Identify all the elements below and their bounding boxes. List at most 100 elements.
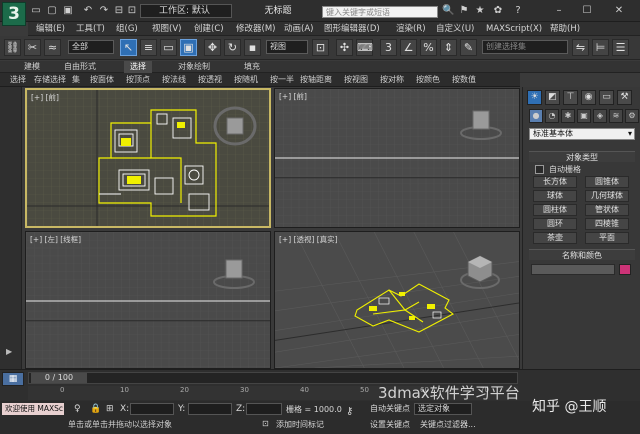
menu-modifiers[interactable]: 修改器(M): [236, 22, 275, 36]
bind-spacewarp-icon[interactable]: ≈: [44, 39, 61, 56]
rect-region-icon[interactable]: ▭: [160, 39, 177, 56]
mirror-icon[interactable]: ⇋: [572, 39, 589, 56]
y-coord-field[interactable]: [188, 403, 232, 415]
z-coord-field[interactable]: [246, 403, 282, 415]
viewcube[interactable]: [459, 105, 503, 141]
menu-edit[interactable]: 编辑(E): [36, 22, 65, 36]
keyboard-shortcut-icon[interactable]: ⌨: [356, 39, 373, 56]
hold-icon[interactable]: ⊟: [113, 4, 125, 18]
edit-named-sel-icon[interactable]: ✎: [460, 39, 477, 56]
tab-modeling[interactable]: 建模: [24, 61, 40, 73]
menu-tools[interactable]: 工具(T): [76, 22, 105, 36]
spacewarps-icon[interactable]: ≋: [609, 109, 623, 123]
geosphere-button[interactable]: 几何球体: [585, 190, 629, 202]
shapes-icon[interactable]: ◔: [545, 109, 559, 123]
cone-button[interactable]: 圆锥体: [585, 176, 629, 188]
cameras-icon[interactable]: ▣: [577, 109, 591, 123]
viewport-label[interactable]: [+] [左] [线框]: [30, 234, 81, 245]
lights-icon[interactable]: ✱: [561, 109, 575, 123]
object-name-field[interactable]: [531, 264, 615, 275]
ribbon-by-view[interactable]: 按视图: [344, 73, 368, 87]
app-logo[interactable]: 3: [2, 2, 26, 26]
time-slider[interactable]: 0 / 100: [28, 372, 518, 384]
selected-object-dropdown[interactable]: 选定对象: [414, 403, 472, 415]
viewport-label[interactable]: [+] [前]: [31, 92, 59, 103]
ribbon-by-normal[interactable]: 按法线: [162, 73, 186, 87]
transform-mode-icon[interactable]: ⊞: [106, 404, 114, 414]
select-object-icon[interactable]: ↖: [120, 39, 137, 56]
key-icon[interactable]: ⚷: [346, 406, 353, 417]
ribbon-store-selection[interactable]: 存储选择: [34, 73, 66, 87]
cylinder-button[interactable]: 圆柱体: [533, 204, 577, 216]
window-crossing-icon[interactable]: ▣: [180, 39, 197, 56]
viewcube[interactable]: [213, 104, 257, 148]
fetch-icon[interactable]: ⊡: [126, 4, 138, 18]
key-filters-button[interactable]: 关键点过滤器...: [420, 419, 502, 431]
create-tab-icon[interactable]: ☀: [527, 90, 542, 105]
maxscript-listener[interactable]: 欢迎使用 MAXSc: [2, 403, 64, 415]
layer-manager-icon[interactable]: ☰: [612, 39, 629, 56]
angle-snap-icon[interactable]: ∠: [400, 39, 417, 56]
select-manipulate-icon[interactable]: ✣: [336, 39, 353, 56]
viewport-top-right[interactable]: [+] [前]: [274, 88, 520, 228]
auto-key-button[interactable]: 自动关键点: [370, 403, 410, 415]
object-type-header[interactable]: 对象类型: [529, 151, 635, 162]
systems-icon[interactable]: ⚙: [625, 109, 639, 123]
display-tab-icon[interactable]: ▭: [599, 90, 614, 105]
help-icon[interactable]: ?: [512, 4, 524, 18]
frame-counter[interactable]: 0 / 100: [31, 373, 87, 383]
name-color-header[interactable]: 名称和颜色: [529, 249, 635, 260]
menu-help[interactable]: 帮助(H): [550, 22, 580, 36]
tube-button[interactable]: 管状体: [585, 204, 629, 216]
close-icon[interactable]: ✕: [612, 4, 626, 18]
menu-customize[interactable]: 自定义(U): [436, 22, 474, 36]
object-color-swatch[interactable]: [619, 264, 631, 275]
ribbon-by-surface[interactable]: 按面体: [90, 73, 114, 87]
ribbon-select[interactable]: 选择: [10, 73, 26, 87]
viewport-bottom-right[interactable]: [+] [透视] [真实]: [274, 231, 520, 369]
expand-arrow-icon[interactable]: ▶: [6, 347, 16, 357]
box-button[interactable]: 长方体: [533, 176, 577, 188]
reference-coord-dropdown[interactable]: 视图: [266, 40, 308, 54]
open-file-icon[interactable]: ▢: [46, 4, 58, 18]
viewcube[interactable]: [459, 250, 501, 290]
menu-animation[interactable]: 动画(A): [284, 22, 313, 36]
modify-tab-icon[interactable]: ◩: [545, 90, 560, 105]
hierarchy-tab-icon[interactable]: ⊤: [563, 90, 578, 105]
menu-maxscript[interactable]: MAXScript(X): [486, 22, 542, 36]
add-tag-icon[interactable]: ⊡: [262, 419, 272, 431]
menu-rendering[interactable]: 渲染(R): [396, 22, 426, 36]
lock-icon[interactable]: 🔒: [90, 404, 101, 414]
helpers-icon[interactable]: ◈: [593, 109, 607, 123]
ribbon-by-color[interactable]: 按颜色: [416, 73, 440, 87]
selection-filter-dropdown[interactable]: 全部: [68, 40, 114, 54]
snap-3-icon[interactable]: 3: [380, 39, 397, 56]
search-icon[interactable]: 🔍: [442, 4, 454, 18]
viewport-label[interactable]: [+] [前]: [279, 91, 307, 102]
geometry-icon[interactable]: ●: [529, 109, 543, 123]
viewport-top-left[interactable]: [+] [前]: [25, 88, 271, 228]
viewport-label[interactable]: [+] [透视] [真实]: [279, 234, 338, 245]
track-bar[interactable]: 0 10 20 30 40 50 60 70: [28, 386, 518, 400]
ribbon-by-half[interactable]: 按一半: [270, 73, 294, 87]
ribbon-by-symmetry[interactable]: 按对称: [380, 73, 404, 87]
category-dropdown[interactable]: 标准基本体 ▾: [529, 128, 635, 140]
save-file-icon[interactable]: ▣: [62, 4, 74, 18]
viewport-bottom-left[interactable]: [+] [左] [线框]: [25, 231, 271, 369]
search-input[interactable]: 键入关键字或短语: [322, 6, 438, 18]
named-selection-dropdown[interactable]: 创建选择集: [482, 40, 568, 54]
unlink-icon[interactable]: ✂: [24, 39, 41, 56]
scale-icon[interactable]: ▪: [244, 39, 261, 56]
ribbon-by-vertex[interactable]: 按顶点: [126, 73, 150, 87]
mini-curve-editor-icon[interactable]: ▦: [2, 372, 24, 386]
star-icon[interactable]: ★: [474, 4, 486, 18]
torus-button[interactable]: 圆环: [533, 218, 577, 230]
ribbon-by-numeric[interactable]: 按数值: [452, 73, 476, 87]
add-time-tag[interactable]: 添加时间标记: [276, 419, 324, 431]
tab-object-paint[interactable]: 对象绘制: [178, 61, 210, 73]
flag-icon[interactable]: ⚑: [458, 4, 470, 18]
new-file-icon[interactable]: ▭: [30, 4, 42, 18]
menu-create[interactable]: 创建(C): [194, 22, 224, 36]
menu-group[interactable]: 组(G): [116, 22, 138, 36]
person-icon[interactable]: ♀: [74, 404, 81, 414]
